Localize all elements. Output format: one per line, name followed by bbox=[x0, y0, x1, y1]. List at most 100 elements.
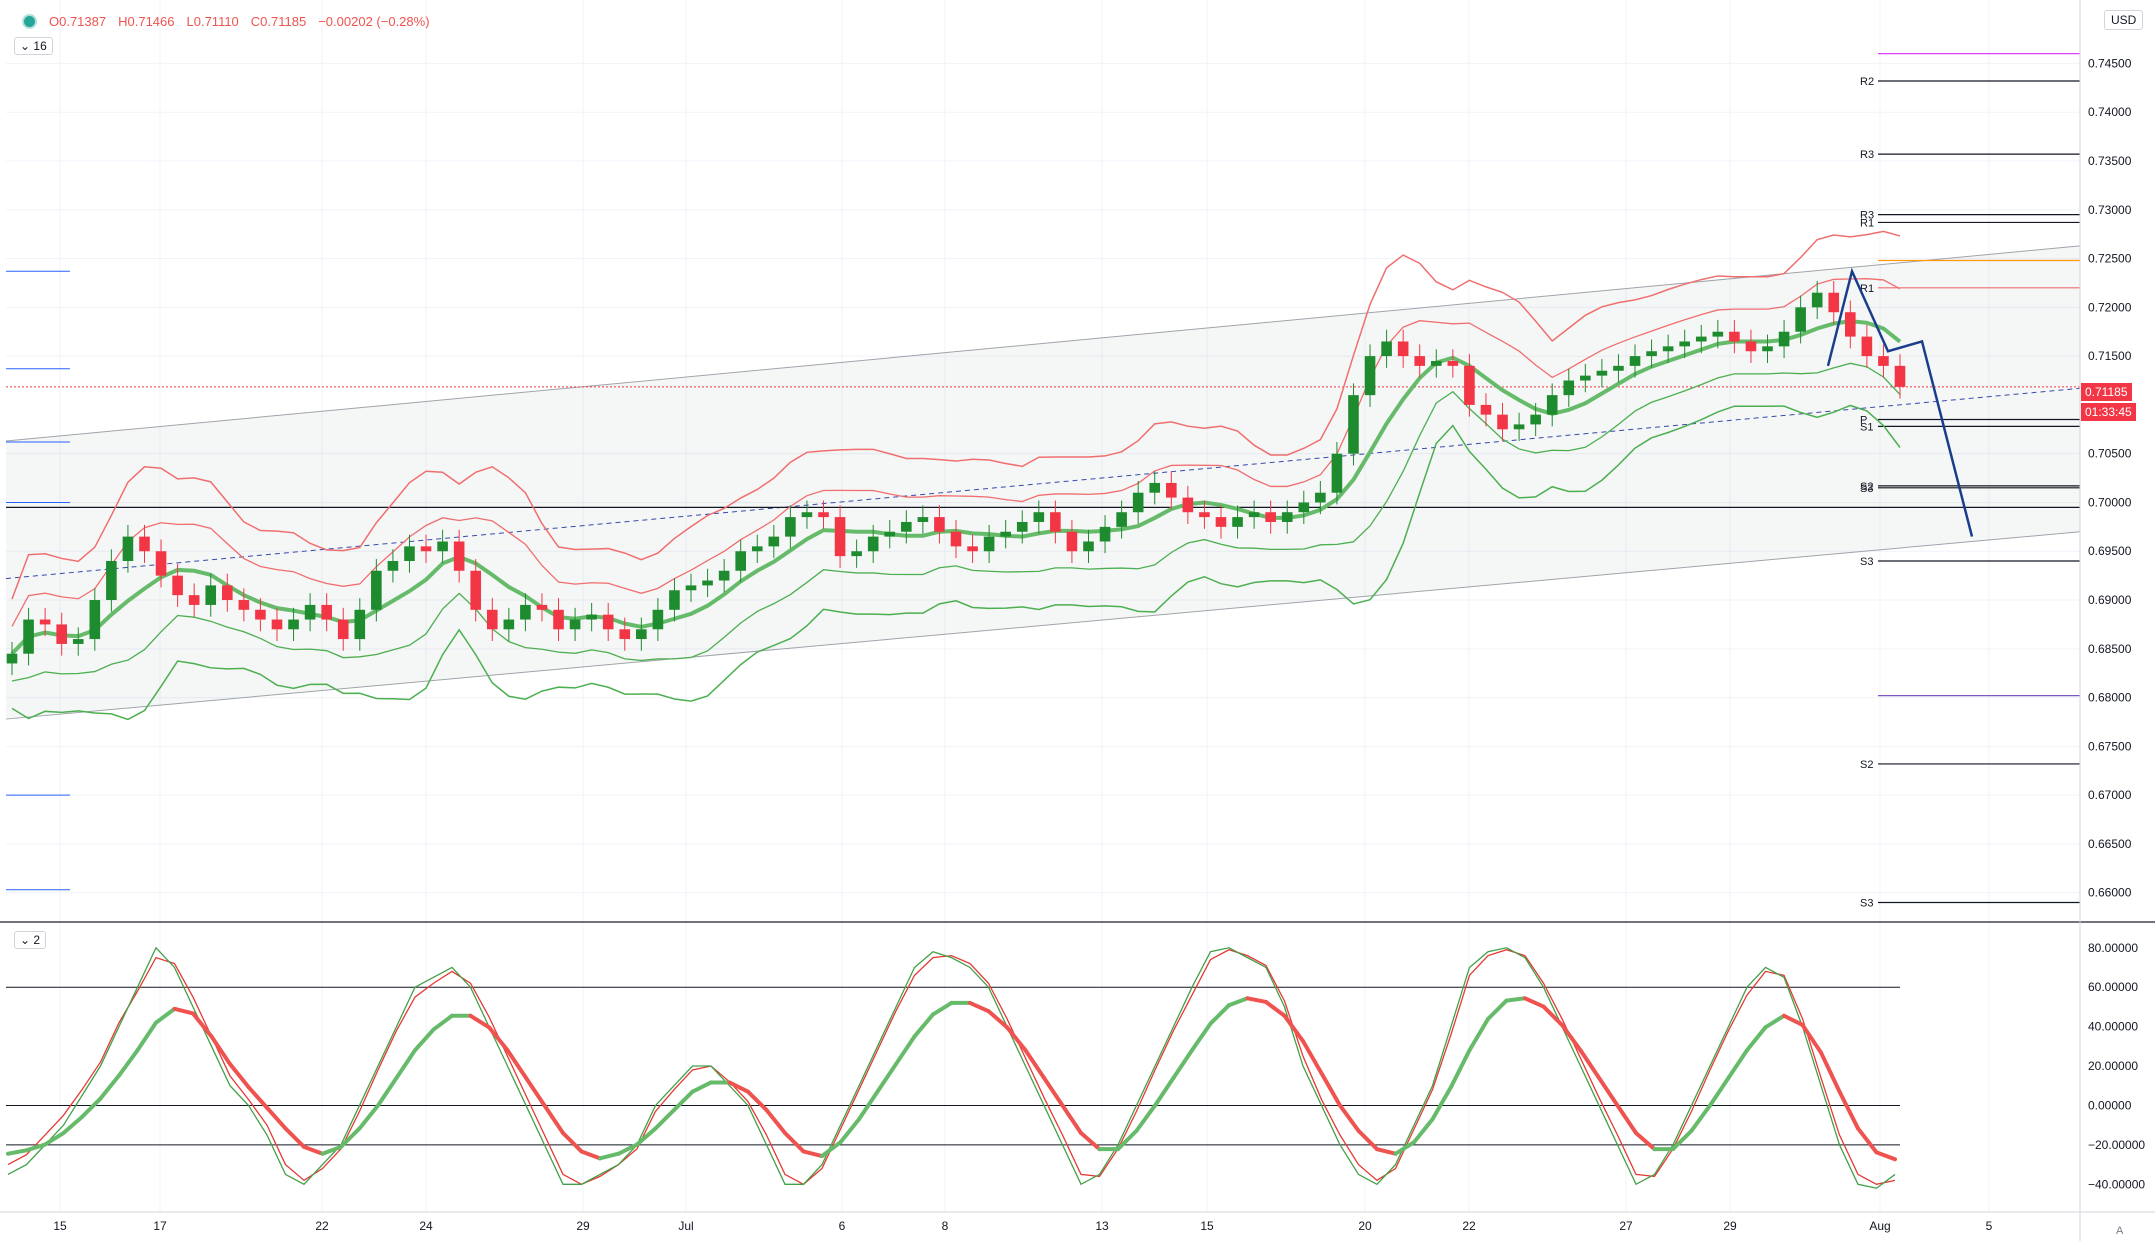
candle-body bbox=[106, 561, 117, 601]
candle-body bbox=[818, 512, 829, 518]
momentum-segment bbox=[1837, 1089, 1860, 1131]
candle-body bbox=[1745, 341, 1757, 352]
candle-body bbox=[1778, 331, 1790, 347]
price-tick-label: 0.69500 bbox=[2088, 544, 2132, 558]
momentum-segment bbox=[801, 1149, 824, 1159]
candle-body bbox=[503, 619, 515, 630]
candle-body bbox=[1430, 360, 1442, 366]
time-tick-label: 29 bbox=[576, 1219, 590, 1233]
osc-tick-label: 40.00000 bbox=[2088, 1020, 2138, 1034]
momentum-segment bbox=[1227, 996, 1250, 1008]
candle-body bbox=[636, 629, 647, 640]
stochastic-k-line bbox=[7, 946, 1896, 1189]
candle-body bbox=[387, 561, 399, 571]
time-tick-label: Aug bbox=[1869, 1219, 1890, 1233]
candle-body bbox=[1811, 292, 1823, 308]
auto-scale-button[interactable]: A bbox=[2116, 1225, 2123, 1237]
momentum-segment bbox=[1190, 1021, 1213, 1053]
price-tick-label: 0.67500 bbox=[2088, 739, 2132, 753]
candle-body bbox=[801, 512, 813, 518]
momentum-segment bbox=[302, 1144, 325, 1156]
candle-body bbox=[188, 595, 200, 605]
symbol-status-icon[interactable] bbox=[22, 14, 37, 29]
candle-body bbox=[1149, 482, 1161, 493]
time-tick-label: 22 bbox=[315, 1219, 329, 1233]
candle-body bbox=[337, 619, 349, 640]
momentum-segment bbox=[24, 1142, 47, 1153]
momentum-segment bbox=[1319, 1071, 1342, 1108]
candle-body bbox=[1083, 541, 1094, 552]
price-tick-label: 0.72500 bbox=[2088, 252, 2132, 266]
osc-tick-label: −20.00000 bbox=[2088, 1138, 2145, 1152]
pivot-label: S3 bbox=[1860, 556, 1873, 568]
candle-body bbox=[1464, 365, 1475, 405]
time-tick-label: 24 bbox=[419, 1219, 433, 1233]
candle-body bbox=[1364, 356, 1376, 396]
candle-body bbox=[271, 619, 283, 630]
candle-body bbox=[1248, 512, 1260, 518]
momentum-segment bbox=[653, 1108, 676, 1131]
candle-body bbox=[1695, 336, 1707, 342]
channel-fill bbox=[6, 245, 2080, 720]
stochastic-d-line bbox=[7, 949, 1896, 1186]
momentum-segment bbox=[357, 1103, 380, 1131]
candle-body bbox=[602, 614, 614, 630]
momentum-segment bbox=[209, 1034, 232, 1067]
candle-body bbox=[420, 546, 432, 552]
candle-body bbox=[834, 517, 846, 557]
candle-body bbox=[1199, 512, 1210, 518]
momentum-segment bbox=[117, 1048, 140, 1078]
time-tick-label: 15 bbox=[1200, 1219, 1214, 1233]
candle-body bbox=[785, 517, 796, 537]
momentum-segment bbox=[616, 1142, 639, 1156]
candle-body bbox=[1298, 502, 1310, 513]
ohlc-change: −0.00202 (−0.28%) bbox=[318, 14, 430, 29]
momentum-segment bbox=[1874, 1150, 1897, 1162]
candle-body bbox=[404, 546, 415, 562]
momentum-segment bbox=[376, 1075, 399, 1108]
candle-body bbox=[1828, 292, 1840, 313]
ohlc-close: C0.71185 bbox=[250, 14, 307, 29]
candle-body bbox=[89, 600, 101, 640]
candle-body bbox=[917, 517, 929, 522]
chevron-down-icon: ⌄ bbox=[20, 39, 31, 53]
candle-body bbox=[884, 531, 896, 537]
candle-body bbox=[1066, 531, 1078, 552]
candle-body bbox=[6, 653, 18, 664]
candle-body bbox=[586, 614, 597, 620]
candle-body bbox=[1447, 360, 1459, 366]
price-tick-label: 0.74000 bbox=[2088, 105, 2132, 119]
momentum-segment bbox=[1856, 1126, 1879, 1155]
momentum-segment bbox=[246, 1085, 269, 1110]
currency-button[interactable]: USD bbox=[2104, 10, 2144, 30]
candle-body bbox=[23, 619, 34, 654]
momentum-segment bbox=[1467, 1016, 1490, 1053]
momentum-segment bbox=[1134, 1103, 1157, 1133]
price-tick-label: 0.69000 bbox=[2088, 593, 2132, 607]
candle-body bbox=[139, 536, 150, 552]
candle-body bbox=[371, 570, 382, 610]
osc-tick-label: 60.00000 bbox=[2088, 980, 2138, 994]
ohlc-legend: O0.71387 H0.71466 L0.71110 C0.71185 −0.0… bbox=[22, 14, 430, 29]
momentum-segment bbox=[505, 1048, 528, 1080]
candle-body bbox=[205, 585, 217, 605]
candle-body bbox=[934, 517, 945, 532]
osc-indicators-toggle[interactable]: ⌄ 2 bbox=[14, 931, 47, 949]
momentum-segment bbox=[1264, 999, 1287, 1018]
main-indicators-toggle[interactable]: ⌄ 16 bbox=[14, 37, 53, 55]
candle-body bbox=[221, 585, 233, 601]
stochastic-oscillator bbox=[6, 946, 1900, 1189]
pivot-label: S3 bbox=[1860, 897, 1873, 909]
momentum-segment bbox=[431, 1013, 454, 1032]
time-tick-label: 13 bbox=[1095, 1219, 1109, 1233]
candle-body bbox=[1215, 517, 1227, 527]
ohlc-low: L0.71110 bbox=[186, 14, 239, 29]
momentum-segment bbox=[1356, 1128, 1379, 1152]
chart-canvas[interactable]: R2R3R3R1R1PS1S2S3S3S2S3 0.745000.740000.… bbox=[0, 0, 2155, 1241]
osc-tick-label: 0.00000 bbox=[2088, 1098, 2132, 1112]
osc-tick-label: 80.00000 bbox=[2088, 941, 2138, 955]
candle-body bbox=[553, 609, 564, 630]
candle-body bbox=[238, 600, 250, 610]
momentum-segment bbox=[1301, 1039, 1324, 1076]
osc-tick-label: −40.00000 bbox=[2088, 1177, 2145, 1191]
